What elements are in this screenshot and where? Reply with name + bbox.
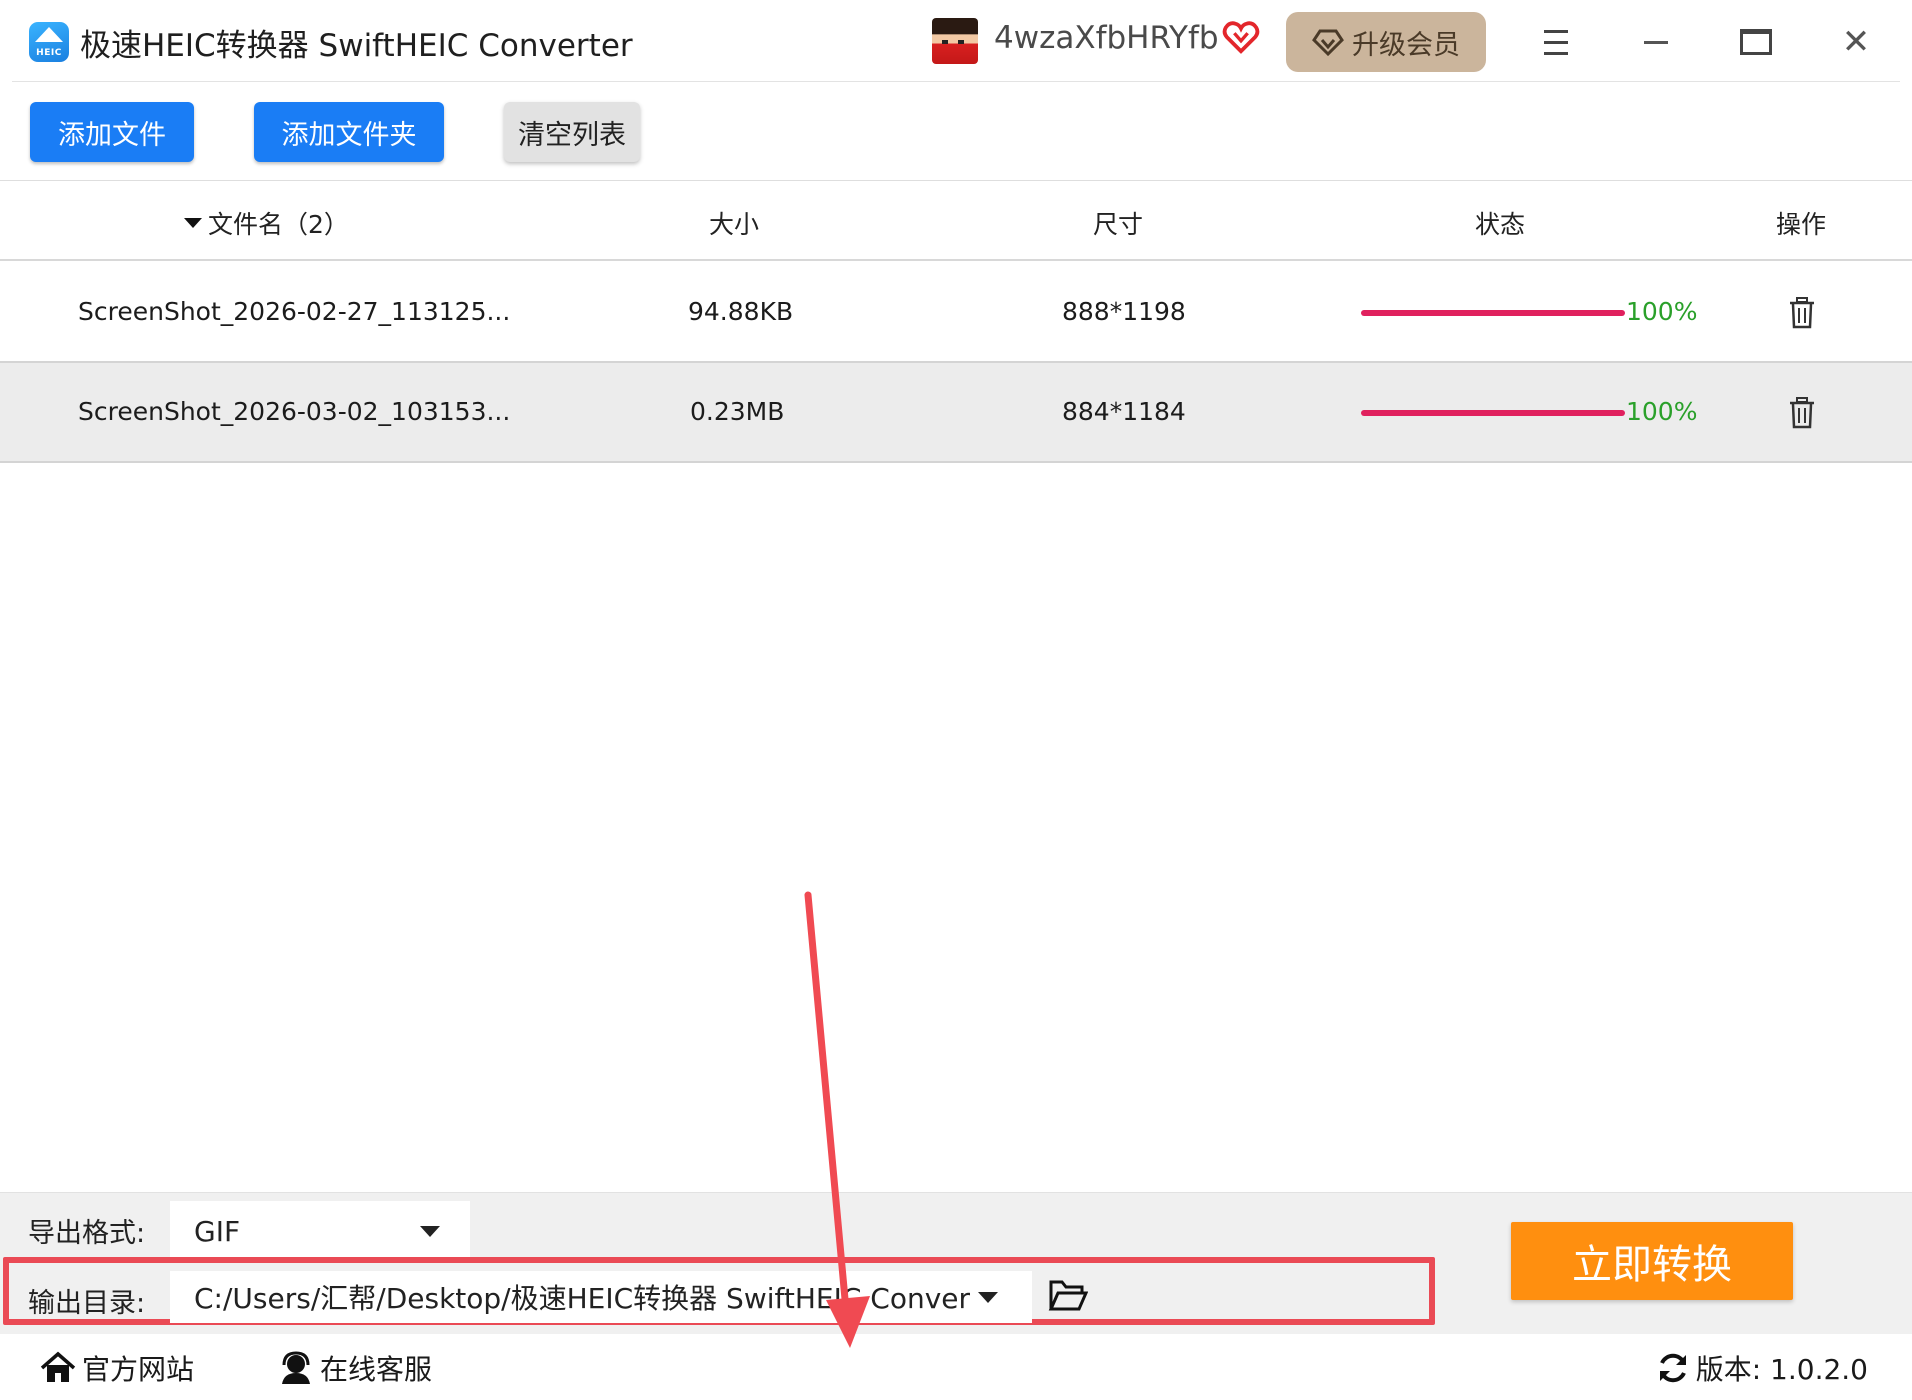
cell-filename: ScreenShot_2026-02-27_113125... xyxy=(78,297,511,326)
table-header: 文件名（2） 大小 尺寸 状态 操作 xyxy=(0,181,1912,261)
cell-dimensions: 884*1184 xyxy=(1062,397,1186,426)
convert-now-button[interactable]: 立即转换 xyxy=(1511,1222,1793,1300)
folder-open-icon[interactable] xyxy=(1048,1277,1088,1313)
trash-icon[interactable] xyxy=(1788,297,1816,329)
chevron-down-icon xyxy=(978,1292,998,1303)
chevron-down-icon xyxy=(420,1226,440,1237)
clear-list-button[interactable]: 清空列表 xyxy=(504,102,640,162)
cell-size: 94.88KB xyxy=(688,297,794,326)
format-select[interactable]: GIF xyxy=(170,1201,470,1261)
progress-bar xyxy=(1361,410,1625,416)
header-dimensions: 尺寸 xyxy=(1093,210,1144,239)
diamond-icon xyxy=(1312,29,1344,56)
toolbar: 添加文件 添加文件夹 清空列表 xyxy=(0,82,1912,180)
output-path-field[interactable]: C:/Users/汇帮/Desktop/极速HEIC转换器 SwiftHEIC … xyxy=(170,1271,1032,1323)
version-label: 版本: 1.0.2.0 xyxy=(1695,1353,1868,1386)
cell-filename: ScreenShot_2026-03-02_103153... xyxy=(78,397,511,426)
header-action: 操作 xyxy=(1776,210,1827,239)
upgrade-vip-button[interactable]: 升级会员 xyxy=(1286,12,1486,72)
upgrade-label: 升级会员 xyxy=(1352,29,1460,61)
headset-icon xyxy=(282,1351,310,1384)
official-website-link[interactable]: 官方网站 xyxy=(40,1348,194,1388)
vip-heart-icon xyxy=(1222,21,1260,54)
progress-bar xyxy=(1361,310,1625,316)
footer: 官方网站 在线客服 版本: 1.0.2.0 xyxy=(0,1334,1912,1400)
progress-percent: 100% xyxy=(1626,397,1698,426)
format-value: GIF xyxy=(194,1214,241,1248)
header-size: 大小 xyxy=(709,210,760,239)
cell-size: 0.23MB xyxy=(690,397,785,426)
refresh-icon[interactable] xyxy=(1656,1351,1690,1385)
app-logo-icon: HEIC xyxy=(29,22,69,62)
username[interactable]: 4wzaXfbHRYfb xyxy=(994,20,1219,56)
menu-button[interactable] xyxy=(1532,20,1580,64)
output-path-value: C:/Users/汇帮/Desktop/极速HEIC转换器 SwiftHEIC … xyxy=(194,1282,971,1315)
maximize-button[interactable] xyxy=(1732,20,1780,64)
progress-percent: 100% xyxy=(1626,297,1698,326)
header-status: 状态 xyxy=(1475,210,1526,239)
home-icon xyxy=(40,1351,76,1382)
header-filename[interactable]: 文件名（2） xyxy=(184,205,349,241)
sort-desc-icon xyxy=(184,218,202,228)
add-file-button[interactable]: 添加文件 xyxy=(30,102,194,162)
user-avatar[interactable] xyxy=(932,18,978,64)
add-folder-button[interactable]: 添加文件夹 xyxy=(254,102,444,162)
table-row[interactable]: ScreenShot_2026-03-02_103153... 0.23MB 8… xyxy=(0,363,1912,463)
online-support-link[interactable]: 在线客服 xyxy=(278,1348,432,1388)
hamburger-icon xyxy=(1544,29,1568,33)
minimize-button[interactable] xyxy=(1632,20,1680,64)
title-bar: HEIC 极速HEIC转换器 SwiftHEIC Converter 4wzaX… xyxy=(0,0,1912,82)
format-label: 导出格式: xyxy=(28,1218,146,1249)
trash-icon[interactable] xyxy=(1788,397,1816,429)
app-title: 极速HEIC转换器 SwiftHEIC Converter xyxy=(80,28,633,64)
version-info: 版本: 1.0.2.0 xyxy=(1656,1348,1868,1388)
close-button[interactable]: ✕ xyxy=(1832,20,1880,64)
maximize-icon xyxy=(1740,29,1772,55)
output-dir-label: 输出目录: xyxy=(28,1288,146,1319)
close-icon: ✕ xyxy=(1841,22,1871,62)
cell-dimensions: 888*1198 xyxy=(1062,297,1186,326)
minimize-icon xyxy=(1644,40,1668,44)
table-row[interactable]: ScreenShot_2026-02-27_113125... 94.88KB … xyxy=(0,263,1912,363)
